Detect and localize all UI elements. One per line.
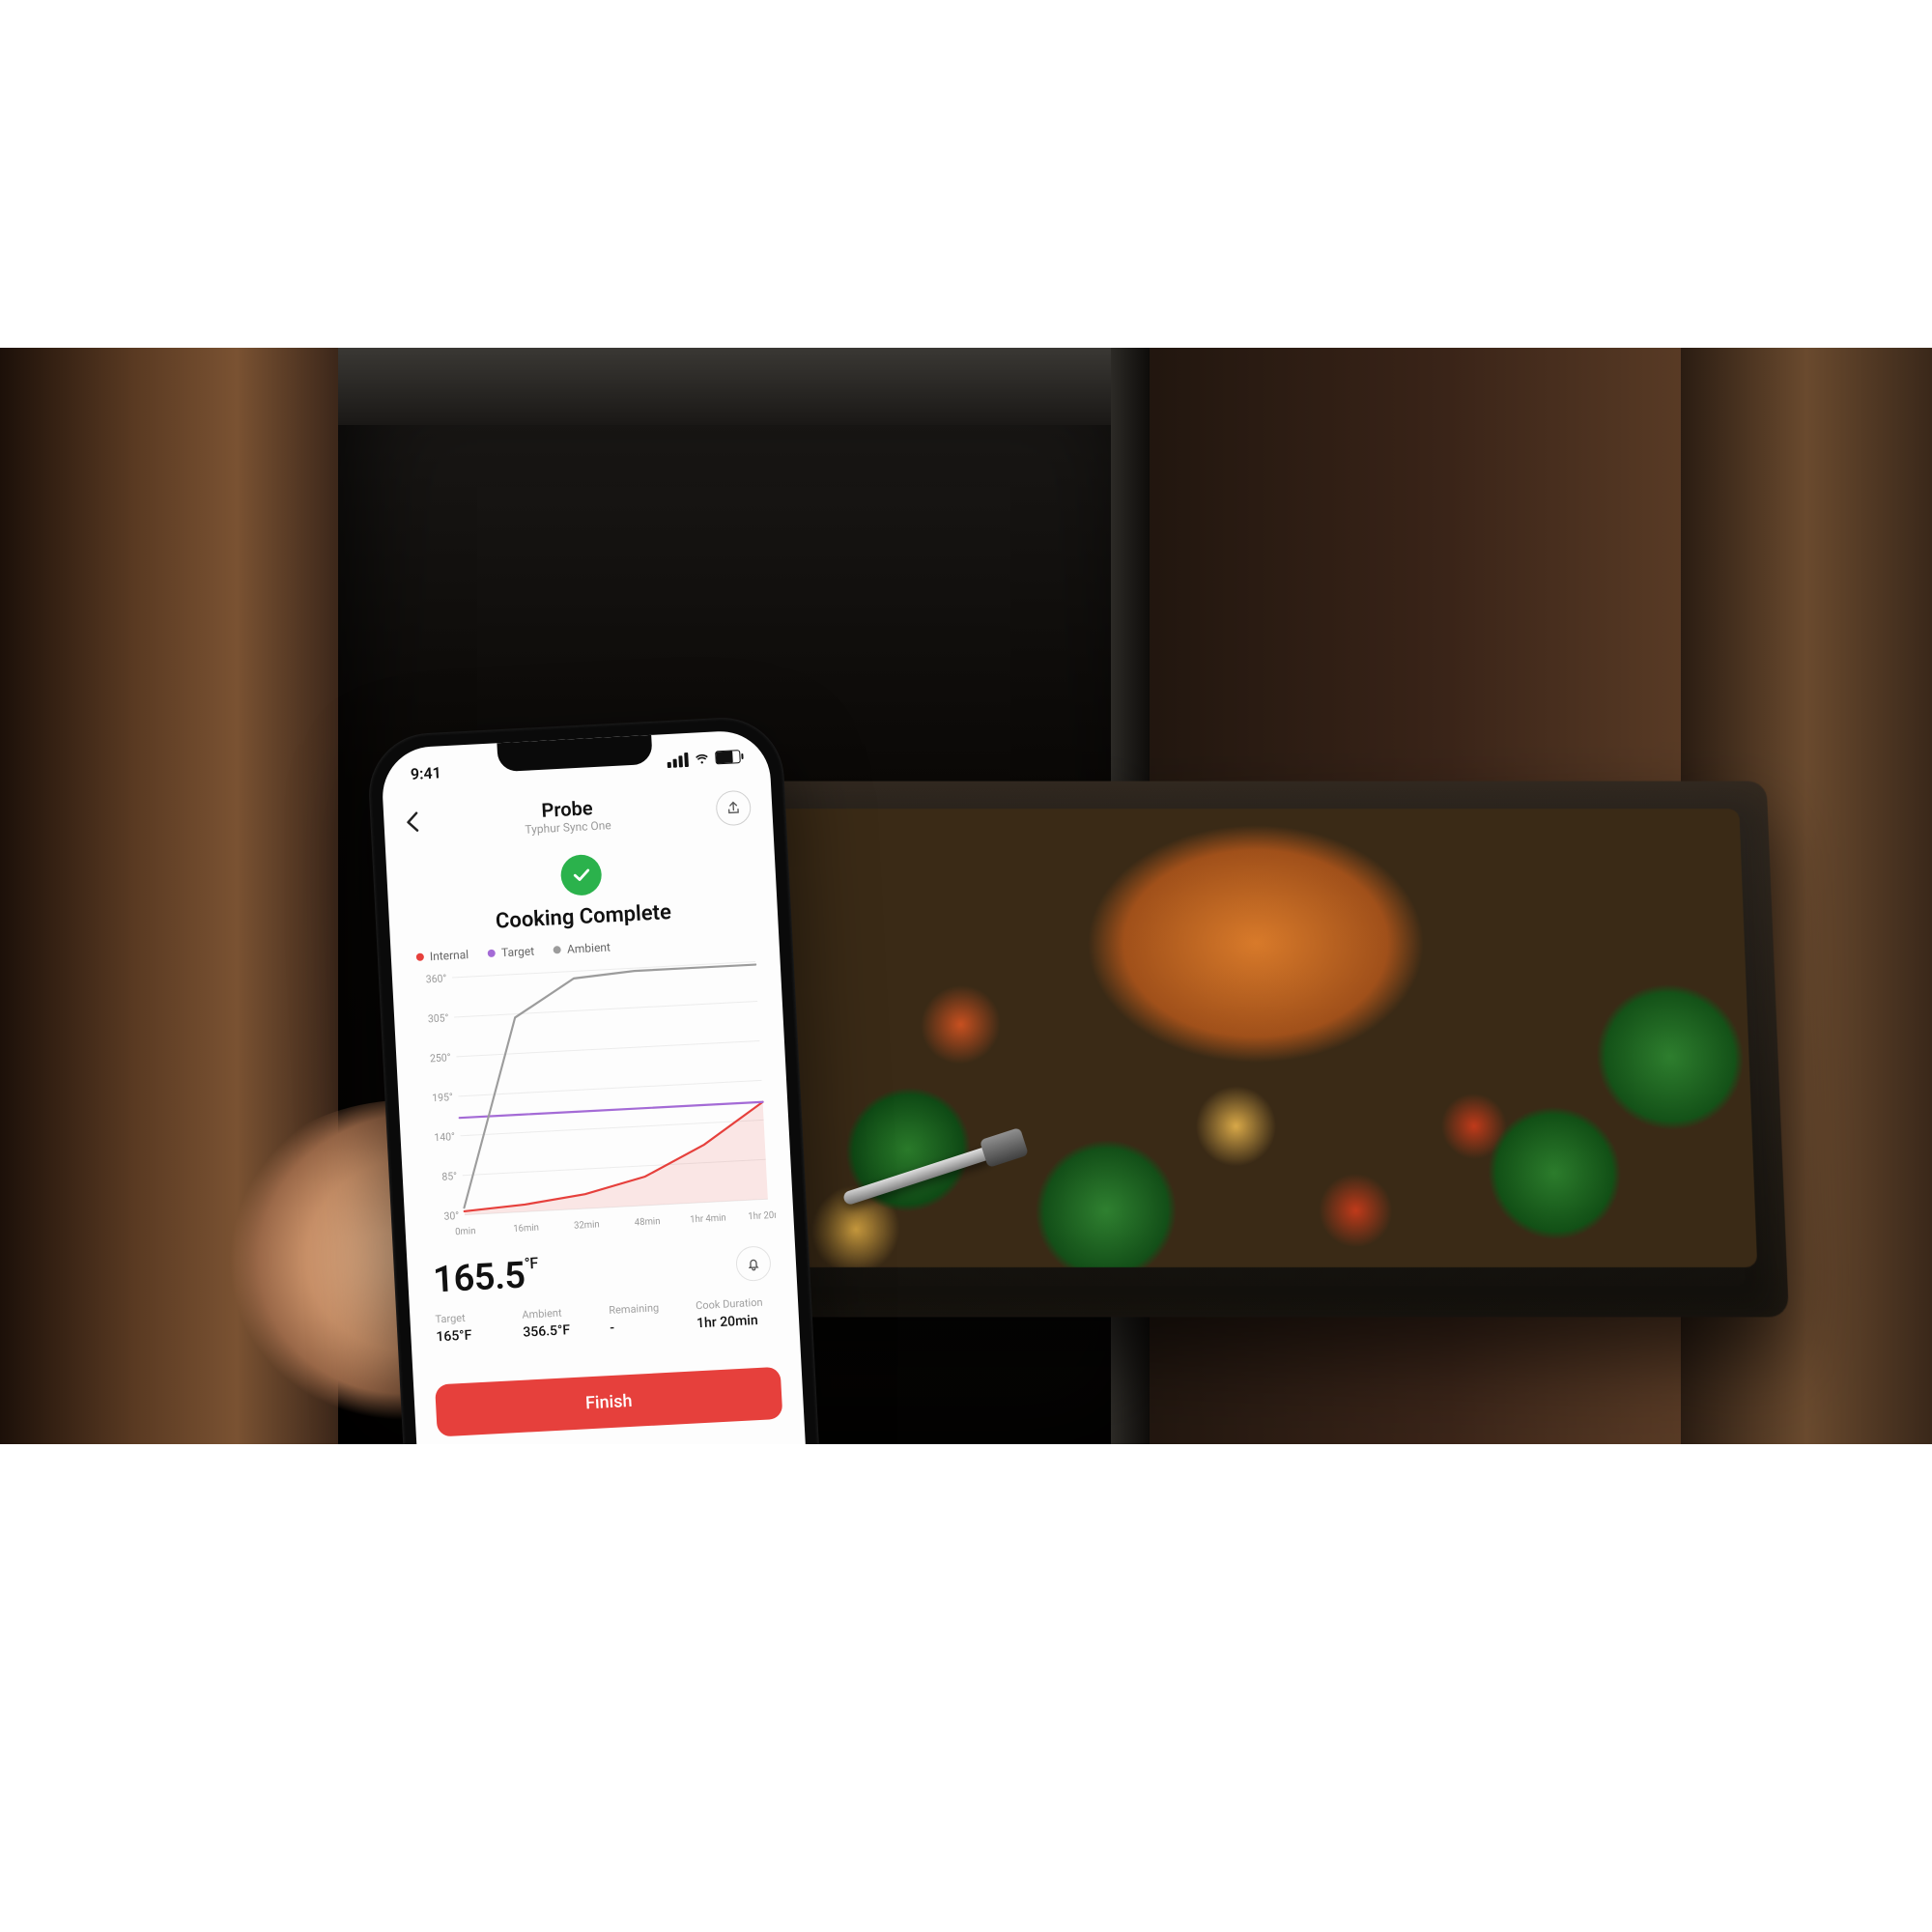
current-temp-row: 165.5°F: [432, 1241, 772, 1301]
phone-screen: 9:41 Probe Typhur Sync One: [381, 729, 811, 1444]
stat-target: Target 165°F: [435, 1309, 514, 1345]
chevron-left-icon: [405, 811, 419, 834]
smartphone: 9:41 Probe Typhur Sync One: [366, 715, 825, 1444]
svg-text:195°: 195°: [432, 1091, 453, 1104]
roast-chicken-vegetables: [754, 809, 1757, 1267]
signal-icon: [667, 752, 689, 767]
legend-internal: Internal: [416, 948, 469, 964]
temperature-chart: 360° 305° 250° 195° 140° 85° 30° 0min 16min 32min…: [413, 953, 777, 1242]
svg-text:360°: 360°: [425, 972, 446, 985]
svg-text:32min: 32min: [574, 1219, 600, 1232]
stat-ambient: Ambient 356.5°F: [522, 1305, 601, 1341]
status-title: Cooking Complete: [389, 895, 779, 939]
svg-text:305°: 305°: [428, 1011, 449, 1025]
svg-text:250°: 250°: [430, 1051, 451, 1065]
share-button[interactable]: [715, 790, 752, 827]
stats-row: Target 165°F Ambient 356.5°F Remaining -…: [435, 1295, 774, 1345]
svg-text:0min: 0min: [455, 1226, 476, 1237]
baking-tray: [723, 781, 1789, 1318]
svg-text:85°: 85°: [441, 1170, 457, 1183]
check-icon: [570, 864, 592, 886]
page-subtitle: Typhur Sync One: [525, 820, 611, 838]
page-title-block: Probe Typhur Sync One: [524, 797, 611, 838]
svg-text:140°: 140°: [434, 1130, 455, 1144]
status-time: 9:41: [410, 763, 441, 783]
back-button[interactable]: [405, 810, 420, 840]
svg-text:1hr 20min: 1hr 20min: [748, 1209, 777, 1222]
dot-icon: [416, 953, 424, 961]
oven-frame: [338, 348, 1150, 425]
battery-icon: [715, 750, 741, 764]
current-temperature: 165.5°F: [432, 1254, 539, 1302]
scene-photo: 9:41 Probe Typhur Sync One: [0, 348, 1932, 1444]
dot-icon: [554, 946, 561, 953]
share-icon: [725, 800, 742, 816]
complete-badge: [560, 854, 603, 896]
svg-text:48min: 48min: [635, 1216, 661, 1229]
legend-ambient: Ambient: [554, 940, 611, 956]
legend-target: Target: [488, 945, 535, 960]
finish-button[interactable]: Finish: [435, 1367, 782, 1437]
bell-icon: [746, 1256, 762, 1272]
stat-remaining: Remaining -: [609, 1300, 688, 1336]
svg-text:1hr 4min: 1hr 4min: [690, 1212, 726, 1225]
wifi-icon: [694, 751, 710, 767]
svg-text:16min: 16min: [513, 1222, 539, 1235]
stat-duration: Cook Duration 1hr 20min: [696, 1295, 775, 1331]
dot-icon: [488, 950, 496, 957]
svg-text:30°: 30°: [443, 1209, 459, 1223]
alert-button[interactable]: [735, 1245, 772, 1282]
nav-bar: Probe Typhur Sync One: [383, 777, 774, 855]
